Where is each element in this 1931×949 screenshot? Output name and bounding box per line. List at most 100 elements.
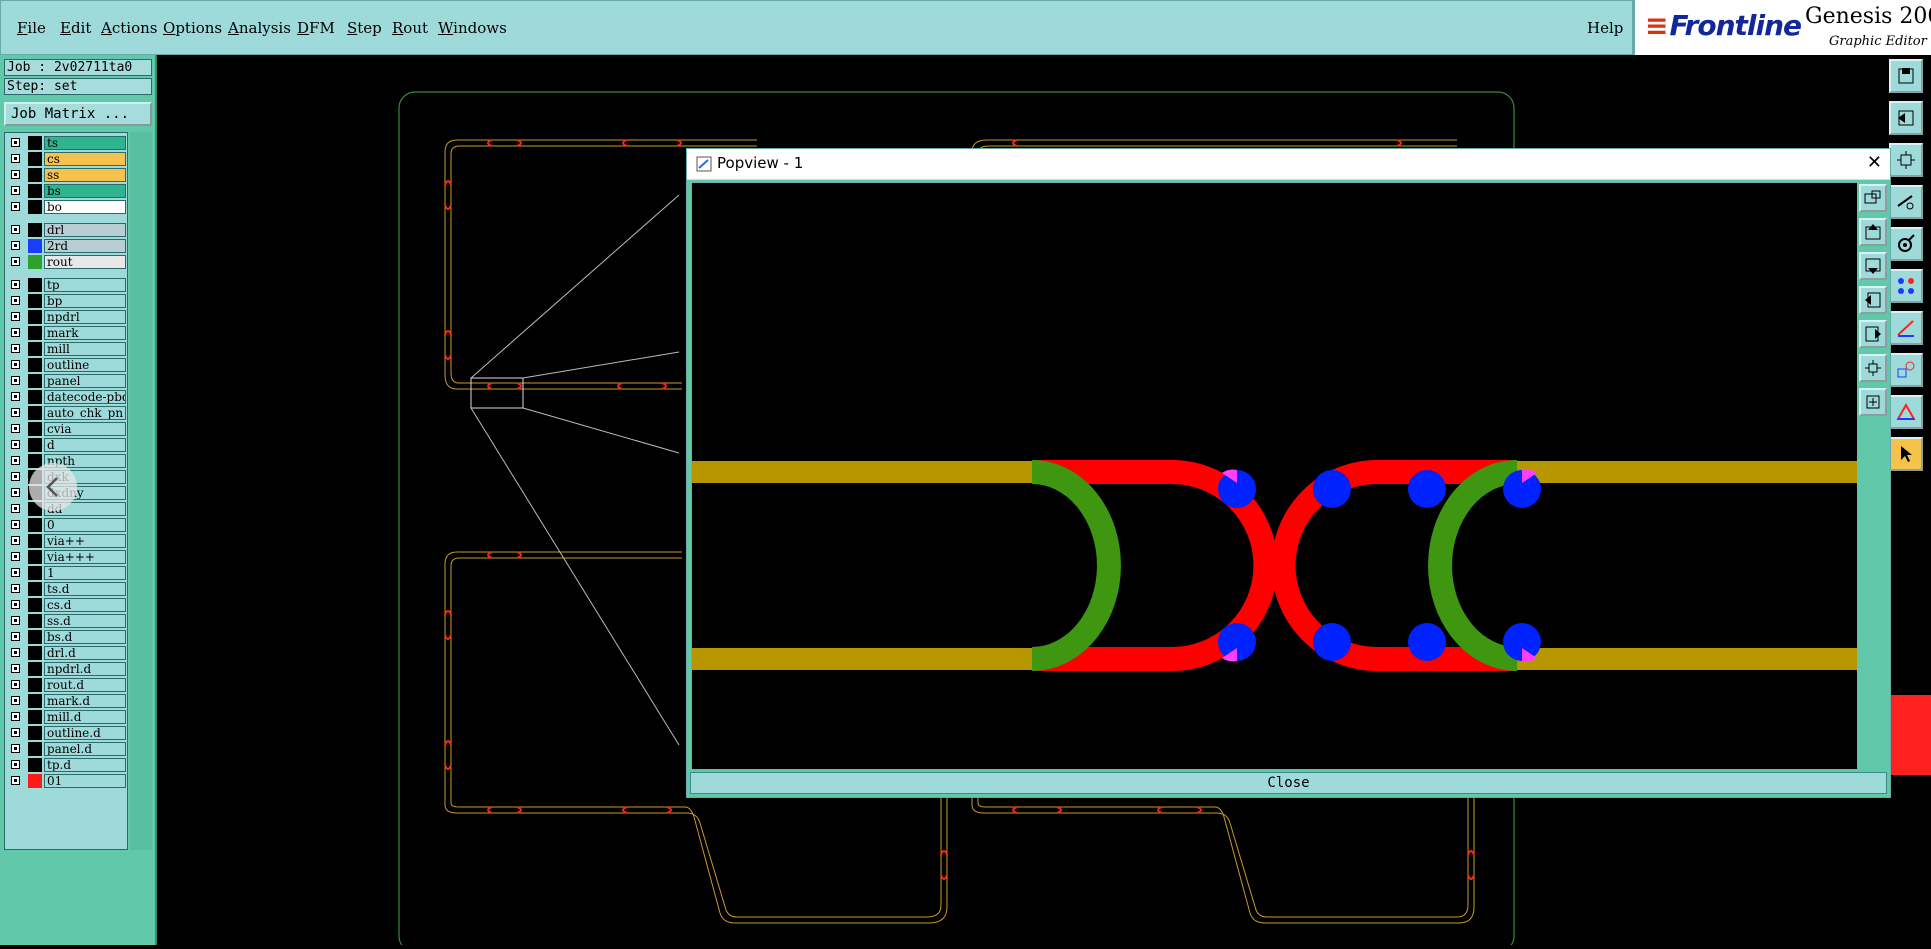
layer-checkbox[interactable] (11, 536, 20, 545)
layer-checkbox[interactable] (11, 257, 20, 266)
layer-name[interactable]: 2rd (44, 239, 126, 253)
layer-name[interactable]: drl.d (44, 646, 126, 660)
layer-name[interactable]: bs.d (44, 630, 126, 644)
layer-checkbox[interactable] (11, 456, 20, 465)
menu-actions[interactable]: Actions (101, 19, 157, 37)
menu-rout[interactable]: Rout (392, 19, 428, 37)
layer-name[interactable]: ss (44, 168, 126, 182)
layer-row-tp[interactable]: tp (8, 278, 126, 292)
layer-row-d[interactable]: d (8, 438, 126, 452)
layer-row-tp-d[interactable]: tp.d (8, 758, 126, 772)
layer-row-1[interactable]: 1 (8, 566, 126, 580)
menu-options[interactable]: Options (163, 19, 222, 37)
layer-checkbox[interactable] (11, 696, 20, 705)
layer-name[interactable]: npdrl (44, 310, 126, 324)
layer-row-bs-d[interactable]: bs.d (8, 630, 126, 644)
menu-help[interactable]: Help (1587, 19, 1623, 37)
layer-name[interactable]: mark.d (44, 694, 126, 708)
layer-checkbox[interactable] (11, 344, 20, 353)
tool-polygon[interactable] (1889, 395, 1923, 429)
layer-row-npdrl-d[interactable]: npdrl.d (8, 662, 126, 676)
menu-analysis[interactable]: Analysis (228, 19, 291, 37)
layer-checkbox[interactable] (11, 312, 20, 321)
layer-name[interactable]: bp (44, 294, 126, 308)
layer-checkbox[interactable] (11, 360, 20, 369)
layer-row-drl-d[interactable]: drl.d (8, 646, 126, 660)
layer-checkbox[interactable] (11, 728, 20, 737)
layer-name[interactable]: bs (44, 184, 126, 198)
menu-edit[interactable]: Edit (60, 19, 91, 37)
layer-row-cvia[interactable]: cvia (8, 422, 126, 436)
layer-row-2rd[interactable]: 2rd (8, 239, 126, 253)
layer-checkbox[interactable] (11, 154, 20, 163)
layer-row-01[interactable]: 01 (8, 774, 126, 788)
close-icon[interactable]: ✕ (1867, 152, 1882, 173)
layer-row-0[interactable]: 0 (8, 518, 126, 532)
popview-graphic[interactable] (691, 182, 1858, 770)
tool-line[interactable] (1889, 311, 1923, 345)
layer-name[interactable]: d (44, 438, 126, 452)
layer-name[interactable]: via+++ (44, 550, 126, 564)
layer-name[interactable]: auto_chk_pn (44, 406, 126, 420)
layer-row-ss-d[interactable]: ss.d (8, 614, 126, 628)
tool-snap[interactable] (1889, 227, 1923, 261)
layer-name[interactable]: panel.d (44, 742, 126, 756)
layer-name[interactable]: mill.d (44, 710, 126, 724)
layer-name[interactable]: ts (44, 136, 126, 150)
layer-name[interactable]: ts.d (44, 582, 126, 596)
layer-name[interactable]: mill (44, 342, 126, 356)
layer-name[interactable]: 1 (44, 566, 126, 580)
popview-zoom-out[interactable] (1859, 388, 1887, 416)
layer-name[interactable]: mark (44, 326, 126, 340)
layer-row-mark-d[interactable]: mark.d (8, 694, 126, 708)
layer-checkbox[interactable] (11, 328, 20, 337)
tool-connect[interactable] (1889, 269, 1923, 303)
layer-name[interactable]: 01 (44, 774, 126, 788)
popview-titlebar[interactable]: Popview - 1 ✕ (687, 149, 1890, 180)
layer-name[interactable]: cs (44, 152, 126, 166)
layer-name[interactable]: 0 (44, 518, 126, 532)
layer-name[interactable]: ss.d (44, 614, 126, 628)
layer-checkbox[interactable] (11, 408, 20, 417)
layer-checkbox[interactable] (11, 760, 20, 769)
layer-checkbox[interactable] (11, 648, 20, 657)
tool-shape[interactable] (1889, 353, 1923, 387)
job-matrix-button[interactable]: Job Matrix ... (4, 102, 152, 126)
layer-name[interactable]: tp.d (44, 758, 126, 772)
layer-row-bs[interactable]: bs (8, 184, 126, 198)
layer-row-cs[interactable]: cs (8, 152, 126, 166)
popview-zoom-button[interactable] (1859, 184, 1887, 212)
layer-name[interactable]: via++ (44, 534, 126, 548)
layer-name[interactable]: cs.d (44, 598, 126, 612)
menu-dfm[interactable]: DFM (297, 19, 335, 37)
layer-row-ss[interactable]: ss (8, 168, 126, 182)
tool-measure[interactable] (1889, 185, 1923, 219)
layer-name[interactable]: npdrl.d (44, 662, 126, 676)
layer-row-ts-d[interactable]: ts.d (8, 582, 126, 596)
layer-row-via-[interactable]: via+++ (8, 550, 126, 564)
layer-checkbox[interactable] (11, 744, 20, 753)
layer-checkbox[interactable] (11, 552, 20, 561)
popview-pan-down[interactable] (1859, 252, 1887, 280)
menu-file[interactable]: File (17, 19, 46, 37)
layer-checkbox[interactable] (11, 296, 20, 305)
layer-checkbox[interactable] (11, 568, 20, 577)
tool-home[interactable] (1889, 59, 1923, 93)
layer-checkbox[interactable] (11, 186, 20, 195)
layer-checkbox[interactable] (11, 376, 20, 385)
layer-checkbox[interactable] (11, 424, 20, 433)
layer-row-bo[interactable]: bo (8, 200, 126, 214)
layer-checkbox[interactable] (11, 225, 20, 234)
layer-list-scrollbar[interactable] (130, 132, 152, 850)
popview-pan-up[interactable] (1859, 218, 1887, 246)
layer-checkbox[interactable] (11, 632, 20, 641)
layer-checkbox[interactable] (11, 488, 20, 497)
layer-checkbox[interactable] (11, 241, 20, 250)
layer-checkbox[interactable] (11, 202, 20, 211)
tool-pan-left[interactable] (1889, 101, 1923, 135)
back-navigation-button[interactable] (29, 463, 77, 511)
layer-checkbox[interactable] (11, 680, 20, 689)
layer-row-drl[interactable]: drl (8, 223, 126, 237)
popview-pan-left[interactable] (1859, 286, 1887, 314)
layer-checkbox[interactable] (11, 170, 20, 179)
